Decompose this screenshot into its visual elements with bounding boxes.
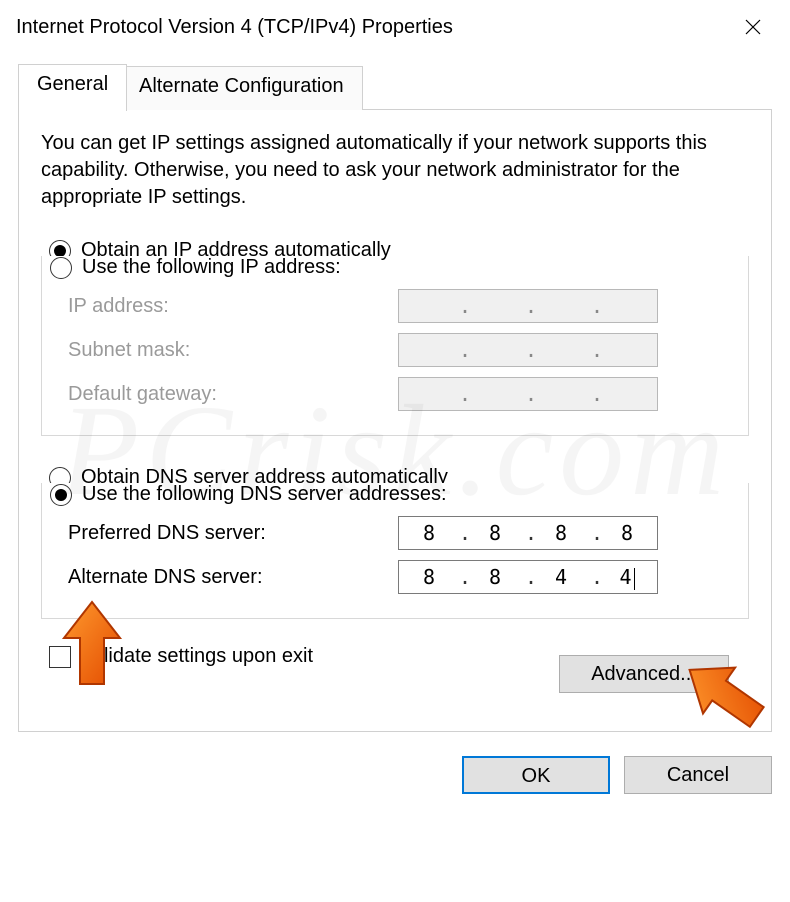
preferred-dns-label: Preferred DNS server: xyxy=(68,522,398,545)
cancel-button[interactable]: Cancel xyxy=(624,756,772,794)
ip-address-label: IP address: xyxy=(68,295,398,318)
tab-general-label: General xyxy=(37,73,108,95)
tab-content: You can get IP settings assigned automat… xyxy=(18,110,772,732)
subnet-input: . . . xyxy=(398,333,658,367)
row-ip-address: IP address: . . . xyxy=(56,289,734,323)
window-title: Internet Protocol Version 4 (TCP/IPv4) P… xyxy=(16,16,726,39)
dialog-buttons: OK Cancel xyxy=(0,756,772,794)
alt-dns-last[interactable]: 4 xyxy=(597,561,657,593)
tab-strip: General Alternate Configuration xyxy=(18,64,772,110)
radio-ip-manual[interactable]: Use the following IP address: xyxy=(50,256,349,279)
gateway-input: . . . xyxy=(398,377,658,411)
alternate-dns-input[interactable]: 8. 8. 4. 4 xyxy=(398,560,658,594)
validate-label: Validate settings upon exit xyxy=(81,645,313,668)
radio-ip-manual-label: Use the following IP address: xyxy=(82,256,341,279)
close-button[interactable] xyxy=(726,0,780,54)
alternate-dns-label: Alternate DNS server: xyxy=(68,566,398,589)
subnet-label: Subnet mask: xyxy=(68,339,398,362)
radio-icon xyxy=(50,484,72,506)
radio-dns-manual-label: Use the following DNS server addresses: xyxy=(82,483,447,506)
row-subnet: Subnet mask: . . . xyxy=(56,333,734,367)
ip-group: Use the following IP address: IP address… xyxy=(41,256,749,436)
titlebar: Internet Protocol Version 4 (TCP/IPv4) P… xyxy=(0,0,790,54)
dns-group: Use the following DNS server addresses: … xyxy=(41,483,749,619)
advanced-button[interactable]: Advanced... xyxy=(559,655,729,693)
tab-general[interactable]: General xyxy=(18,64,127,111)
row-alternate-dns: Alternate DNS server: 8. 8. 4. 4 xyxy=(56,560,734,594)
intro-text: You can get IP settings assigned automat… xyxy=(41,130,749,211)
checkbox-icon xyxy=(49,646,71,668)
close-icon xyxy=(745,19,761,35)
row-gateway: Default gateway: . . . xyxy=(56,377,734,411)
ok-button[interactable]: OK xyxy=(462,756,610,794)
radio-dns-manual[interactable]: Use the following DNS server addresses: xyxy=(50,483,455,506)
radio-icon xyxy=(50,257,72,279)
ip-address-input: . . . xyxy=(398,289,658,323)
gateway-label: Default gateway: xyxy=(68,383,398,406)
bottom-row: Validate settings upon exit Advanced... xyxy=(41,645,749,709)
text-caret xyxy=(634,568,635,590)
tab-alternate-label: Alternate Configuration xyxy=(139,75,344,97)
row-preferred-dns: Preferred DNS server: 8. 8. 8. 8 xyxy=(56,516,734,550)
preferred-dns-input[interactable]: 8. 8. 8. 8 xyxy=(398,516,658,550)
tab-alternate[interactable]: Alternate Configuration xyxy=(120,66,363,110)
